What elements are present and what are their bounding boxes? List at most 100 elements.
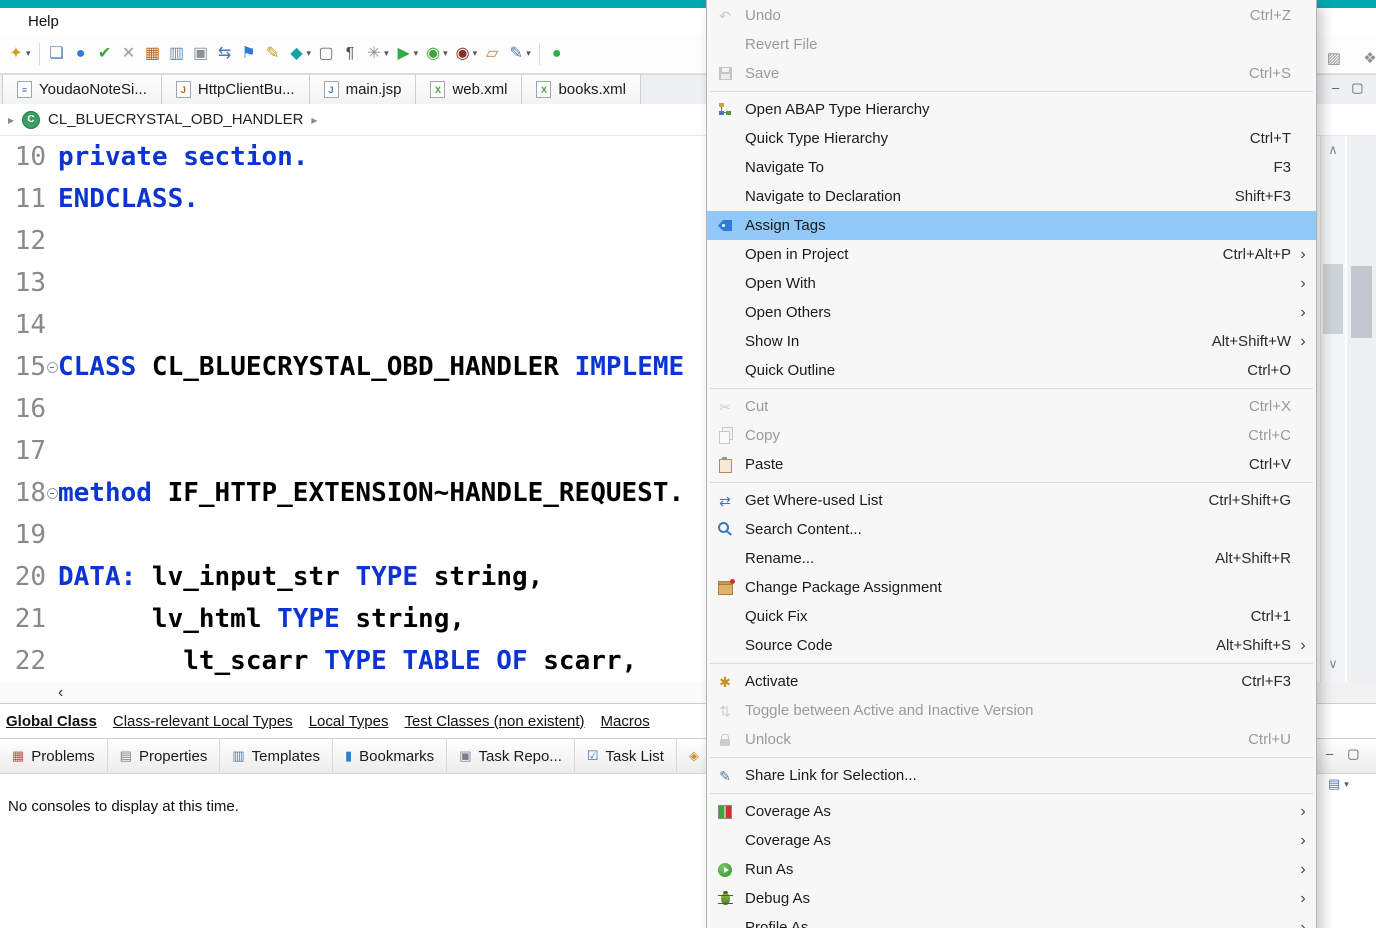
- menu-item-profile-as[interactable]: Profile As ›: [707, 913, 1316, 928]
- editor-tab-youdaonotesi[interactable]: ≡ YoudaoNoteSi...: [2, 75, 162, 104]
- new-wizard-icon[interactable]: ✦ ▾: [4, 40, 34, 68]
- overview-ruler-marker[interactable]: [1351, 266, 1372, 338]
- horizontal-scrollbar[interactable]: ‹: [0, 682, 706, 703]
- breadcrumb-chevron-icon[interactable]: ▸: [311, 113, 317, 127]
- menu-item-run-as[interactable]: Run As ›: [707, 855, 1316, 884]
- refresh-icon[interactable]: ⇆: [213, 40, 237, 68]
- menu-item-show-in[interactable]: Show In Alt+Shift+W ›: [707, 327, 1316, 356]
- form-tab-macros[interactable]: Macros: [601, 713, 650, 730]
- annotate-icon[interactable]: ✎ ▾: [504, 40, 534, 68]
- print-icon[interactable]: ▣: [189, 40, 213, 68]
- fold-marker[interactable]: [47, 488, 58, 499]
- icon-glyph: ▣: [192, 44, 209, 62]
- editor-tab-books-xml[interactable]: Xbooks.xml: [522, 75, 641, 104]
- menu-item-open-others[interactable]: Open Others ›: [707, 298, 1316, 327]
- menu-item-navigate-to[interactable]: Navigate To F3: [707, 153, 1316, 182]
- profile-flag-icon[interactable]: ⚑: [237, 40, 261, 68]
- activate-icon[interactable]: ✎: [261, 40, 285, 68]
- menu-item-label: Unlock: [745, 731, 791, 748]
- fold-marker[interactable]: [47, 362, 58, 373]
- coverage-icon[interactable]: ◉ ▾: [421, 40, 451, 68]
- activate-icon: ✱: [715, 673, 735, 691]
- vertical-scrollbar[interactable]: ∧ ∨: [1320, 136, 1345, 682]
- paste-icon: [718, 456, 732, 473]
- editor-tab-label: HttpClientBu...: [197, 81, 295, 98]
- editor-tab-main-jsp[interactable]: Jmain.jsp: [309, 75, 417, 104]
- menu-item-assign-tags[interactable]: Assign Tags: [707, 211, 1316, 240]
- perspective-icon[interactable]: ❖: [1358, 44, 1376, 72]
- menu-item-search-content[interactable]: Search Content...: [707, 515, 1316, 544]
- scroll-left-arrow-icon[interactable]: ‹: [58, 684, 63, 701]
- minimize-icon[interactable]: ‒: [1326, 746, 1333, 762]
- menu-item-open-with[interactable]: Open With ›: [707, 269, 1316, 298]
- menu-item-label: Toggle between Active and Inactive Versi…: [745, 702, 1034, 719]
- line-number: 16: [14, 394, 46, 424]
- menu-item-shortcut: Ctrl+1: [1250, 608, 1291, 625]
- menu-item-paste[interactable]: Paste Ctrl+V: [707, 450, 1316, 479]
- menu-item-change-package-assignment[interactable]: Change Package Assignment: [707, 573, 1316, 602]
- dropdown-caret-icon: ▾: [526, 48, 531, 58]
- form-tab-class-relevant-local-types[interactable]: Class-relevant Local Types: [113, 713, 293, 730]
- eclipse-adt-window: Help ✦ ▾ ❏ ● ✔ ✕ ▦ ▥ ▣ ⇆ ⚑ ✎ ◆ ▾ ▢ ¶ ✳ ▾ ▶ ▾ ◉ ▾ ◉ ▾ ▱ ✎ ▾ ● ▨ ❖ ≡ Yo…: [0, 0, 1376, 928]
- menu-item-debug-as[interactable]: Debug As ›: [707, 884, 1316, 913]
- profile-icon[interactable]: ◉ ▾: [451, 40, 481, 68]
- console-display-selector[interactable]: ▤ ▾: [1328, 776, 1349, 792]
- menu-item-coverage-as[interactable]: Coverage As ›: [707, 797, 1316, 826]
- fold-column: [46, 220, 58, 262]
- open-gui-icon[interactable]: ▱: [480, 40, 504, 68]
- menu-help[interactable]: Help: [22, 11, 65, 32]
- new-class-icon[interactable]: ▦: [141, 40, 165, 68]
- maximize-icon[interactable]: ▢: [1347, 746, 1359, 762]
- new-interface-icon[interactable]: ▥: [165, 40, 189, 68]
- submenu-arrow-icon: ›: [1300, 636, 1306, 654]
- menu-item-quick-outline[interactable]: Quick Outline Ctrl+O: [707, 356, 1316, 385]
- maximize-icon[interactable]: ▢: [1351, 80, 1363, 96]
- open-development-object-icon[interactable]: ❏: [45, 40, 69, 68]
- scrollbar-thumb[interactable]: [1323, 264, 1343, 334]
- check-icon[interactable]: ✔: [93, 40, 117, 68]
- menu-item-label: Open With: [745, 275, 816, 292]
- menu-item-rename[interactable]: Rename... Alt+Shift+R: [707, 544, 1316, 573]
- new-abap-repository-object-icon[interactable]: ◆ ▾: [285, 40, 315, 68]
- view-tab-task-list[interactable]: ☑ Task List: [575, 739, 677, 773]
- icon-glyph: ▦: [144, 44, 161, 62]
- menu-item-source-code[interactable]: Source Code Alt+Shift+S ›: [707, 631, 1316, 660]
- menu-item-activate[interactable]: ✱ Activate Ctrl+F3: [707, 667, 1316, 696]
- debug-attach-icon[interactable]: ●: [69, 40, 93, 68]
- breadcrumb-class-name[interactable]: CL_BLUECRYSTAL_OBD_HANDLER: [48, 111, 303, 128]
- menu-item-open-abap-type-hierarchy[interactable]: Open ABAP Type Hierarchy: [707, 95, 1316, 124]
- fold-column: [46, 136, 58, 178]
- run-icon[interactable]: ▶ ▾: [392, 40, 422, 68]
- view-tab-problems[interactable]: ▦ Problems: [0, 739, 108, 773]
- form-tab-test-classes-non-existent[interactable]: Test Classes (non existent): [404, 713, 584, 730]
- menu-item-navigate-to-declaration[interactable]: Navigate to Declaration Shift+F3: [707, 182, 1316, 211]
- search-icon[interactable]: ▨: [1322, 44, 1346, 72]
- menu-item-quick-fix[interactable]: Quick Fix Ctrl+1: [707, 602, 1316, 631]
- code-token: string,: [339, 604, 466, 634]
- editor-window-icon[interactable]: ▢: [314, 40, 338, 68]
- form-tab-global-class[interactable]: Global Class: [6, 713, 97, 730]
- tag-icon: [715, 217, 735, 235]
- show-whitespace-icon[interactable]: ¶: [338, 40, 362, 68]
- menu-item-quick-type-hierarchy[interactable]: Quick Type Hierarchy Ctrl+T: [707, 124, 1316, 153]
- scroll-down-arrow-icon[interactable]: ∨: [1321, 656, 1345, 672]
- sync-icon[interactable]: ●: [545, 40, 569, 68]
- minimize-icon[interactable]: ‒: [1332, 80, 1339, 96]
- view-tab-templates[interactable]: ▥ Templates: [220, 739, 333, 773]
- editor-tab-httpclientbu[interactable]: J HttpClientBu...: [161, 75, 310, 104]
- terminate-icon[interactable]: ✕: [117, 40, 141, 68]
- view-tab-task-repo[interactable]: ▣ Task Repo...: [447, 739, 575, 773]
- breadcrumb-expand-icon[interactable]: ▸: [8, 113, 14, 127]
- view-tab-properties[interactable]: ▤ Properties: [108, 739, 221, 773]
- code-token: lv_html: [58, 604, 278, 634]
- form-tab-local-types[interactable]: Local Types: [309, 713, 389, 730]
- menu-item-revert-file: Revert File: [707, 30, 1316, 59]
- menu-item-coverage-as[interactable]: Coverage As ›: [707, 826, 1316, 855]
- annotations-icon[interactable]: ✳ ▾: [362, 40, 392, 68]
- menu-item-open-in-project[interactable]: Open in Project Ctrl+Alt+P ›: [707, 240, 1316, 269]
- editor-tab-web-xml[interactable]: Xweb.xml: [416, 75, 523, 104]
- menu-item-get-where-used-list[interactable]: ⇄ Get Where-used List Ctrl+Shift+G: [707, 486, 1316, 515]
- scroll-up-arrow-icon[interactable]: ∧: [1321, 142, 1345, 158]
- menu-item-share-link-for-selection[interactable]: ✎ Share Link for Selection...: [707, 761, 1316, 790]
- view-tab-bookmarks[interactable]: ▮ Bookmarks: [333, 739, 448, 773]
